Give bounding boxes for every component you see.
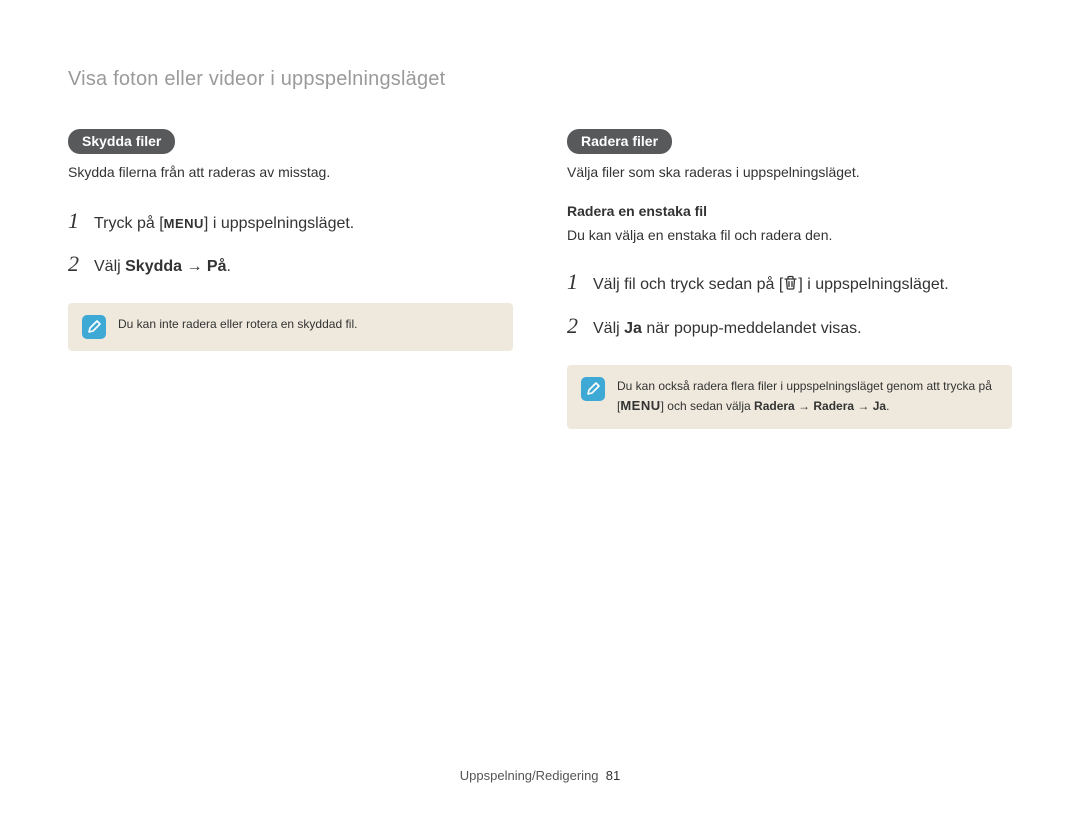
step-text: Välj fil och tryck sedan på [ ] i uppspel… <box>593 272 1012 300</box>
left-column: Skydda filer Skydda filerna från att rad… <box>68 129 513 429</box>
step-number: 1 <box>567 264 583 299</box>
step-row: 2 Välj Ja när popup-meddelandet visas. <box>567 308 1012 343</box>
step-bold: Skydda → På <box>125 258 226 275</box>
note-bold: Radera → Radera → Ja <box>754 399 886 413</box>
delete-subhead: Radera en enstaka fil <box>567 203 1012 219</box>
trash-icon <box>783 274 798 300</box>
step-number: 2 <box>68 246 84 281</box>
note-icon <box>82 315 106 339</box>
page-number: 81 <box>606 768 620 783</box>
section-pill-protect: Skydda filer <box>68 129 175 154</box>
delete-steps: 1 Välj fil och tryck sedan på [ ] i uppsp… <box>567 264 1012 343</box>
step-text: Välj Skydda → På. <box>94 254 513 280</box>
note-fragment: . <box>886 399 889 413</box>
step-number: 1 <box>68 203 84 238</box>
note-fragment: ] och sedan välja <box>661 399 754 413</box>
page-footer: Uppspelning/Redigering 81 <box>0 768 1080 783</box>
delete-subtext: Du kan välja en enstaka fil och radera d… <box>567 225 1012 246</box>
step-fragment: Välj <box>94 258 125 275</box>
step-number: 2 <box>567 308 583 343</box>
protect-steps: 1 Tryck på [MENU] i uppspelningsläget. 2… <box>68 203 513 281</box>
note-icon <box>581 377 605 401</box>
step-text: Välj Ja när popup-meddelandet visas. <box>593 316 1012 342</box>
step-bold: Ja <box>624 320 642 337</box>
right-column: Radera filer Välja filer som ska raderas… <box>567 129 1012 429</box>
section-pill-delete: Radera filer <box>567 129 672 154</box>
step-row: 2 Välj Skydda → På. <box>68 246 513 281</box>
menu-key-icon: MENU <box>620 398 660 413</box>
note-text: Du kan också radera flera filer i uppspe… <box>617 377 998 417</box>
step-fragment: ] i uppspelningsläget. <box>798 276 948 293</box>
note-box: Du kan inte radera eller rotera en skydd… <box>68 303 513 351</box>
manual-page: Visa foton eller videor i uppspelningslä… <box>0 0 1080 815</box>
note-text: Du kan inte radera eller rotera en skydd… <box>118 315 499 334</box>
breadcrumb: Visa foton eller videor i uppspelningslä… <box>68 68 1012 91</box>
step-fragment: när popup-meddelandet visas. <box>642 320 862 337</box>
note-box: Du kan också radera flera filer i uppspe… <box>567 365 1012 429</box>
delete-intro: Välja filer som ska raderas i uppspelnin… <box>567 162 1012 183</box>
step-text: Tryck på [MENU] i uppspelningsläget. <box>94 211 513 237</box>
menu-key-icon: MENU <box>164 216 204 231</box>
footer-section: Uppspelning/Redigering <box>460 768 599 783</box>
step-fragment: . <box>227 258 231 275</box>
step-row: 1 Välj fil och tryck sedan på [ ] i uppsp… <box>567 264 1012 300</box>
step-fragment: ] i uppspelningsläget. <box>204 215 354 232</box>
content-columns: Skydda filer Skydda filerna från att rad… <box>68 129 1012 429</box>
step-fragment: Välj <box>593 320 624 337</box>
protect-intro: Skydda filerna från att raderas av misst… <box>68 162 513 183</box>
step-fragment: Tryck på [ <box>94 215 164 232</box>
step-row: 1 Tryck på [MENU] i uppspelningsläget. <box>68 203 513 238</box>
step-fragment: Välj fil och tryck sedan på [ <box>593 276 783 293</box>
